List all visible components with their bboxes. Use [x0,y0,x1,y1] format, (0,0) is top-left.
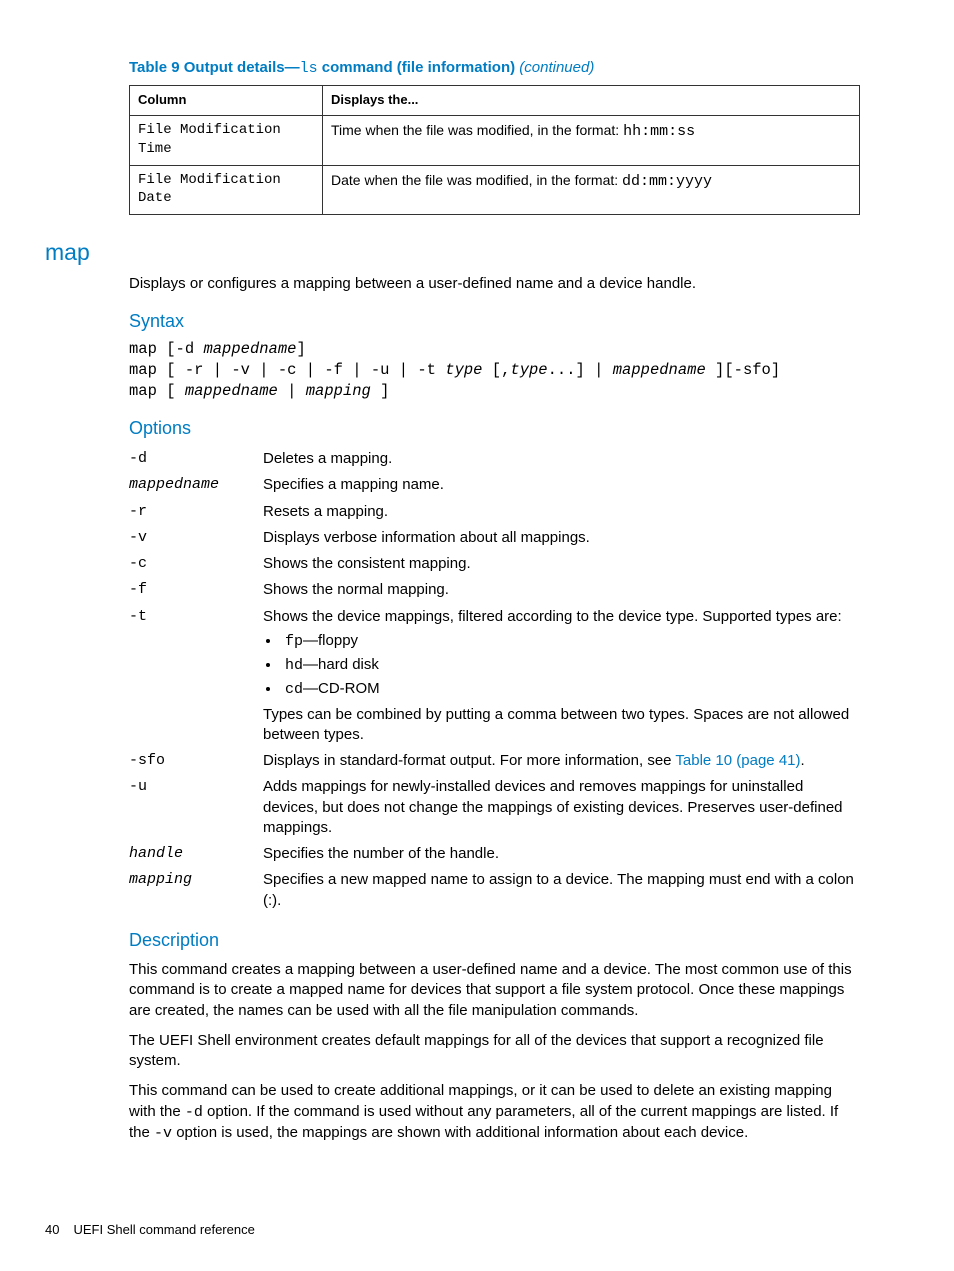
footer-title: UEFI Shell command reference [73,1222,254,1237]
option-def: Specifies a new mapped name to assign to… [263,867,860,914]
option-row: -t Shows the device mappings, filtered a… [129,604,860,749]
table-title-cmd: ls [300,60,318,77]
page-number: 40 [45,1222,59,1237]
cell-displays: Date when the file was modified, in the … [323,165,860,215]
option-row: -u Adds mappings for newly-installed dev… [129,774,860,841]
option-term: mappedname [129,472,263,498]
table-9: Column Displays the... File Modification… [129,85,860,215]
option-def: Shows the normal mapping. [263,577,860,603]
option-row: -v Displays verbose information about al… [129,525,860,551]
option-term: -sfo [129,748,263,774]
table-9-title: Table 9 Output details—ls command (file … [129,58,860,79]
col-header-column: Column [130,86,323,116]
page-footer: 40 UEFI Shell command reference [45,1221,255,1239]
option-row: mappedname Specifies a mapping name. [129,472,860,498]
option-term: -t [129,604,263,749]
table-title-pre: Table 9 Output details— [129,59,300,76]
option-def: Specifies a mapping name. [263,472,860,498]
option-def: Specifies the number of the handle. [263,841,860,867]
description-p3: This command can be used to create addit… [129,1081,860,1144]
list-item: fp—floppy [281,631,858,652]
xref-table-10[interactable]: Table 10 (page 41) [675,752,800,769]
command-heading: map [45,237,860,268]
syntax-block: map [-d mappedname] map [ -r | -v | -c |… [129,339,860,402]
option-term: -v [129,525,263,551]
cell-column: File Modification Date [130,165,323,215]
table-row: Column Displays the... [130,86,860,116]
options-heading: Options [129,416,860,440]
options-table: -d Deletes a mapping. mappedname Specifi… [129,446,860,914]
table-row: File Modification Date Date when the fil… [130,165,860,215]
table-row: File Modification Time Time when the fil… [130,115,860,165]
list-item: hd—hard disk [281,655,858,676]
option-def: Shows the device mappings, filtered acco… [263,604,860,749]
description-p2: The UEFI Shell environment creates defau… [129,1031,860,1072]
option-term: mapping [129,867,263,914]
option-term: -c [129,551,263,577]
description-p1: This command creates a mapping between a… [129,960,860,1021]
table-title-cont: (continued) [519,59,594,76]
option-row: mapping Specifies a new mapped name to a… [129,867,860,914]
option-def: Shows the consistent mapping. [263,551,860,577]
cell-column: File Modification Time [130,115,323,165]
option-def: Deletes a mapping. [263,446,860,472]
option-def: Displays in standard-format output. For … [263,748,860,774]
command-intro: Displays or configures a mapping between… [129,274,860,294]
option-def: Displays verbose information about all m… [263,525,860,551]
option-row: -sfo Displays in standard-format output.… [129,748,860,774]
table-title-post: command (file information) [318,59,520,76]
option-term: -f [129,577,263,603]
type-list: fp—floppy hd—hard disk cd—CD-ROM [281,631,858,701]
list-item: cd—CD-ROM [281,679,858,700]
option-term: -u [129,774,263,841]
option-def: Resets a mapping. [263,499,860,525]
syntax-heading: Syntax [129,309,860,333]
option-term: -d [129,446,263,472]
description-heading: Description [129,928,860,952]
option-row: -f Shows the normal mapping. [129,577,860,603]
option-row: -r Resets a mapping. [129,499,860,525]
option-term: handle [129,841,263,867]
option-row: -d Deletes a mapping. [129,446,860,472]
cell-displays: Time when the file was modified, in the … [323,115,860,165]
option-row: handle Specifies the number of the handl… [129,841,860,867]
option-term: -r [129,499,263,525]
col-header-displays: Displays the... [323,86,860,116]
option-row: -c Shows the consistent mapping. [129,551,860,577]
option-def: Adds mappings for newly-installed device… [263,774,860,841]
